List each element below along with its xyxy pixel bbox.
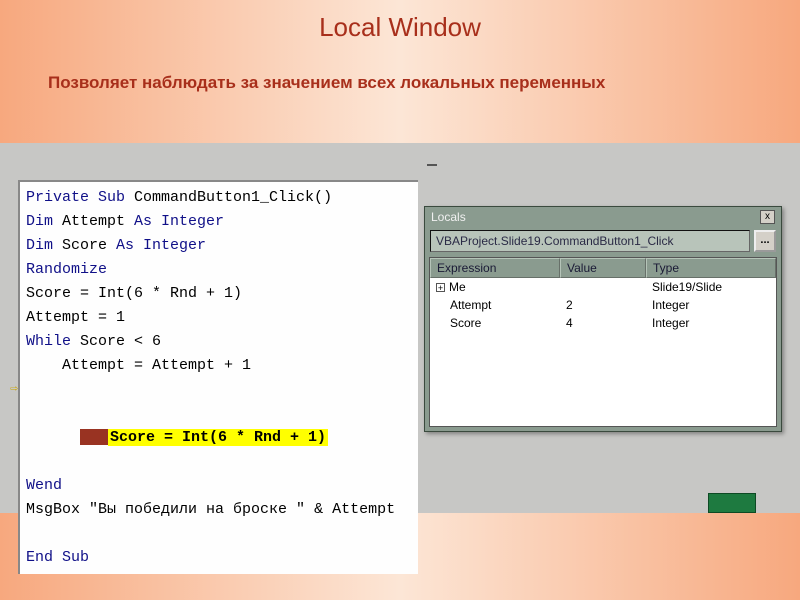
partial-panel	[708, 493, 756, 513]
locals-row[interactable]: Attempt 2 Integer	[430, 296, 776, 314]
locals-context-row: VBAProject.Slide19.CommandButton1_Click …	[425, 227, 781, 255]
current-exec-line: ⇨ Score = Int(6 * Rnd + 1)	[26, 378, 412, 474]
code-line: Dim Attempt As Integer	[26, 210, 412, 234]
var-type: Slide19/Slide	[646, 278, 776, 296]
execution-arrow-icon: ⇨	[10, 379, 18, 400]
code-line	[26, 522, 412, 546]
locals-body: + Me Slide19/Slide Attempt 2 Integer Scor…	[430, 278, 776, 426]
code-line: Randomize	[26, 258, 412, 282]
slide: Local Window Позволяет наблюдать за знач…	[0, 0, 800, 600]
code-line: Attempt = 1	[26, 306, 412, 330]
code-line: MsgBox "Вы победили на броске " & Attemp…	[26, 498, 412, 522]
page-subtitle: Позволяет наблюдать за значением всех ло…	[0, 43, 800, 93]
locals-grid[interactable]: Expression Value Type + Me Slide19/Slide …	[429, 257, 777, 427]
code-line: Attempt = Attempt + 1	[26, 354, 412, 378]
locals-header-row: Expression Value Type	[430, 258, 776, 278]
var-value	[560, 278, 646, 296]
close-button[interactable]: x	[760, 210, 775, 224]
toolbar-divider	[427, 160, 437, 166]
code-line: End Sub	[26, 546, 412, 570]
var-value: 2	[560, 296, 646, 314]
var-value: 4	[560, 314, 646, 332]
locals-row[interactable]: Score 4 Integer	[430, 314, 776, 332]
breakpoint-marker[interactable]	[80, 429, 108, 445]
code-line: Private Sub CommandButton1_Click()	[26, 186, 412, 210]
locals-title-label: Locals	[431, 210, 466, 224]
page-title: Local Window	[0, 0, 800, 43]
code-editor[interactable]: Private Sub CommandButton1_Click() Dim A…	[18, 180, 418, 574]
header-expression[interactable]: Expression	[430, 258, 560, 278]
code-line: Wend	[26, 474, 412, 498]
var-type: Integer	[646, 314, 776, 332]
locals-browse-button[interactable]: ...	[754, 230, 776, 252]
locals-titlebar[interactable]: Locals x	[425, 207, 781, 227]
highlighted-code: Score = Int(6 * Rnd + 1)	[108, 429, 328, 446]
code-line: Dim Score As Integer	[26, 234, 412, 258]
var-name: Me	[449, 280, 466, 294]
var-name: Score	[450, 316, 481, 330]
header-value[interactable]: Value	[560, 258, 646, 278]
var-type: Integer	[646, 296, 776, 314]
code-line: While Score < 6	[26, 330, 412, 354]
header-type[interactable]: Type	[646, 258, 776, 278]
expand-icon[interactable]: +	[436, 283, 445, 292]
locals-row[interactable]: + Me Slide19/Slide	[430, 278, 776, 296]
var-name: Attempt	[450, 298, 491, 312]
code-line: Score = Int(6 * Rnd + 1)	[26, 282, 412, 306]
locals-window[interactable]: Locals x VBAProject.Slide19.CommandButto…	[424, 206, 782, 432]
locals-context-field[interactable]: VBAProject.Slide19.CommandButton1_Click	[430, 230, 750, 252]
